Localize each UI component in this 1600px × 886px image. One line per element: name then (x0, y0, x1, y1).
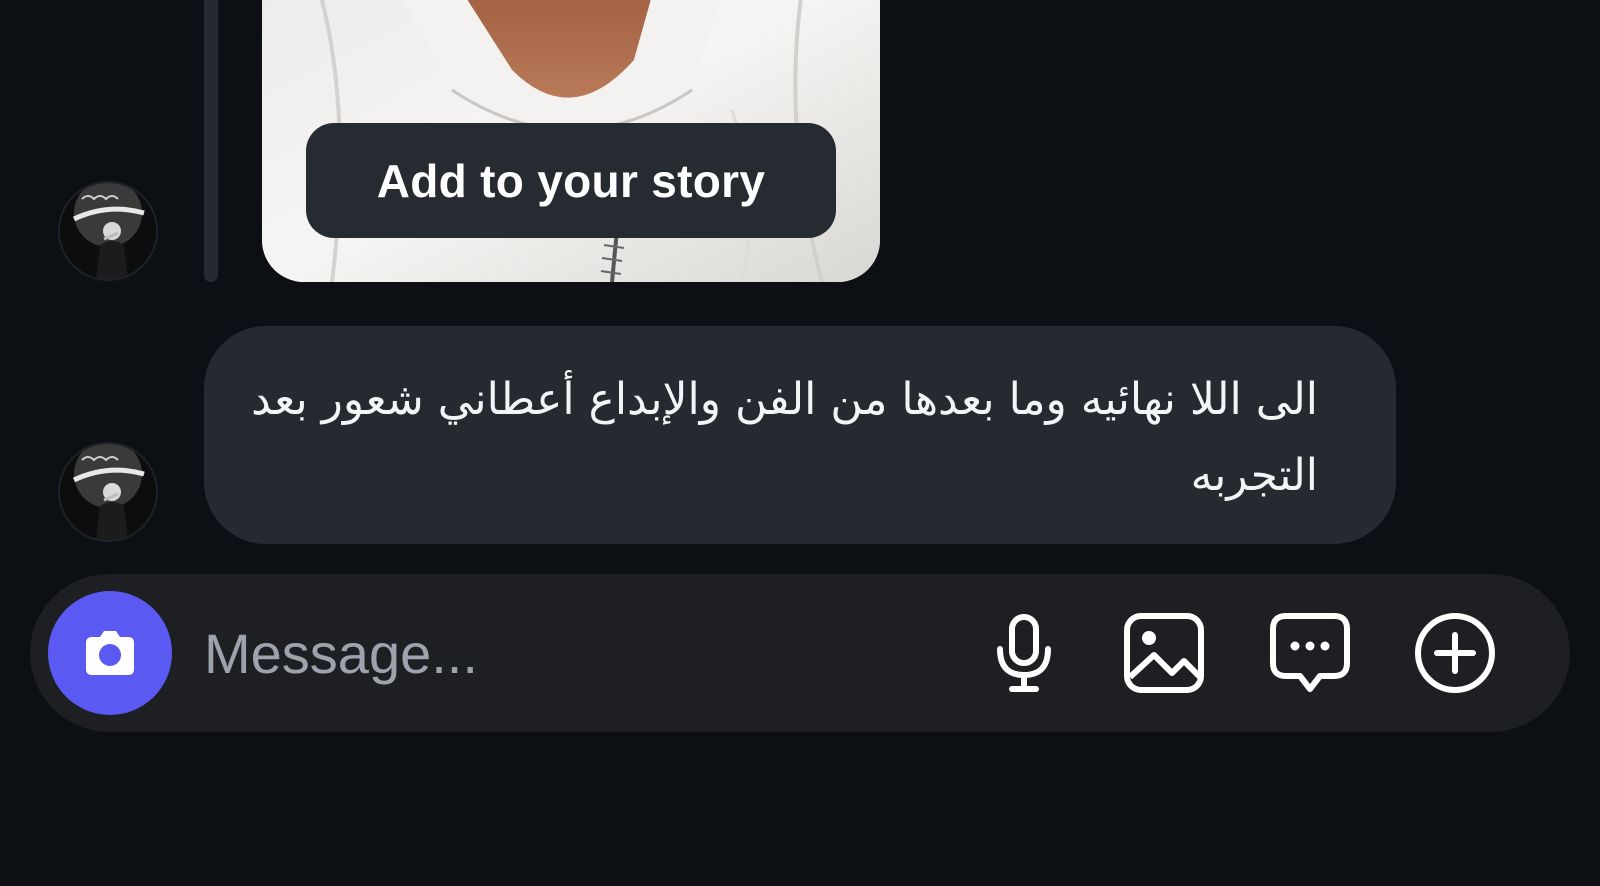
camera-icon (86, 631, 134, 675)
reply-indicator-bar (204, 0, 218, 282)
chat-screen: Add to your story الى اللا نهائيه وما بع… (0, 0, 1600, 886)
add-button[interactable] (1413, 611, 1497, 695)
image-icon (1124, 613, 1204, 693)
avatar-image (60, 183, 156, 279)
message-input[interactable] (204, 614, 964, 692)
message-text: الى اللا نهائيه وما بعدها من الفن والإبد… (251, 374, 1318, 501)
avatar[interactable] (58, 181, 158, 281)
plus-circle-icon (1415, 613, 1495, 693)
camera-button[interactable] (48, 591, 172, 715)
avatar[interactable] (58, 442, 158, 542)
add-to-story-button[interactable]: Add to your story (306, 123, 836, 238)
message-composer (30, 574, 1570, 732)
message-bubble[interactable]: الى اللا نهائيه وما بعدها من الفن والإبد… (204, 326, 1396, 544)
chat-bubble-icon (1270, 613, 1350, 692)
avatar-image (60, 444, 156, 540)
microphone-button[interactable] (982, 611, 1066, 695)
sticker-button[interactable] (1268, 611, 1352, 695)
gallery-button[interactable] (1122, 611, 1206, 695)
microphone-icon (997, 614, 1051, 692)
